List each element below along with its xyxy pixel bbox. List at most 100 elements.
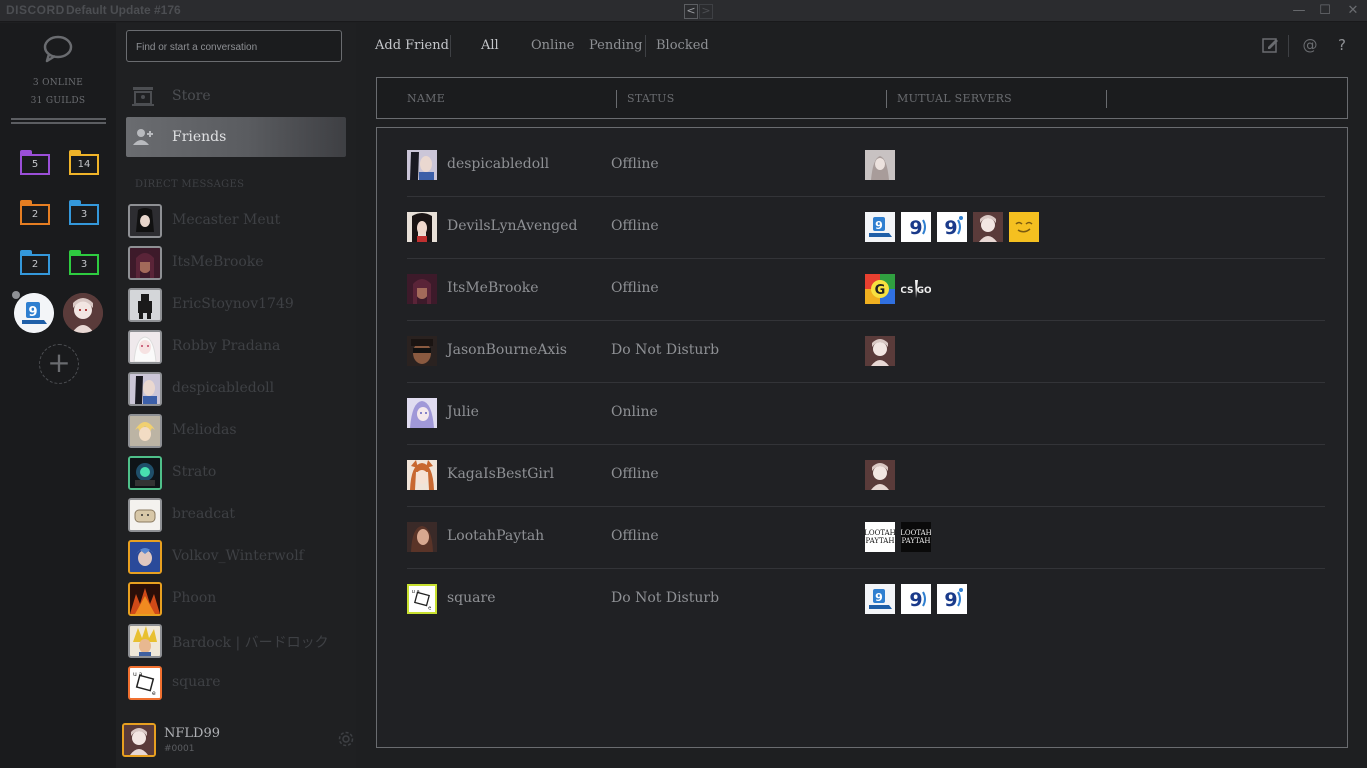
new-group-dm-icon[interactable] [1261, 36, 1279, 54]
svg-text:9: 9 [909, 589, 922, 611]
dm-name: despicabledoll [172, 380, 275, 396]
mutual-server-icon[interactable] [973, 212, 1003, 242]
column-mutual-servers[interactable]: MUTUAL SERVERS [897, 92, 1012, 105]
friend-row[interactable]: despicabledoll Offline [407, 135, 1325, 197]
mutual-server-icon[interactable] [865, 150, 895, 180]
svg-text:9: 9 [875, 591, 883, 604]
friend-row[interactable]: DevilsLynAvenged Offline 9 9 9 [407, 197, 1325, 259]
mutual-server-icon[interactable]: G [865, 274, 895, 304]
window-title: Default Update #176 [66, 3, 181, 17]
avatar [128, 204, 162, 238]
dm-item[interactable]: Robby Pradana [128, 328, 348, 366]
avatar: u a e [128, 666, 162, 700]
avatar [128, 330, 162, 364]
mutual-server-icon[interactable]: 9 [901, 212, 931, 242]
tab-blocked[interactable]: Blocked [656, 38, 709, 53]
maximize-button[interactable]: ☐ [1315, 2, 1335, 20]
svg-text:e: e [428, 605, 431, 611]
mutual-server-icon[interactable] [1009, 212, 1039, 242]
settings-gear-icon[interactable] [337, 730, 355, 748]
column-name[interactable]: NAME [407, 92, 445, 105]
dm-item[interactable]: Meliodas [128, 412, 348, 450]
dm-name: Volkov_Winterwolf [172, 548, 304, 564]
mutual-server-icon[interactable] [865, 336, 895, 366]
friend-row[interactable]: LootahPaytah Offline LOOTAH PAYTAH LOOTAH… [407, 507, 1325, 569]
dm-item[interactable]: u a e square [128, 664, 348, 702]
forward-button[interactable]: > [699, 4, 713, 19]
add-friend-button[interactable]: Add Friend [375, 38, 449, 53]
mutual-server-icon[interactable]: 9 [901, 584, 931, 614]
dm-name: Mecaster Meut [172, 212, 281, 228]
friends-nav-item[interactable]: Friends [126, 117, 346, 157]
search-input[interactable]: Find or start a conversation [126, 30, 342, 62]
column-divider [1106, 90, 1107, 108]
svg-text:9: 9 [944, 589, 957, 611]
guild-icon[interactable] [63, 293, 103, 333]
friends-icon [133, 129, 153, 145]
dm-item[interactable]: EricStoynov1749 [128, 286, 348, 324]
tab-pending[interactable]: Pending [589, 38, 642, 53]
dm-name: breadcat [172, 506, 236, 522]
column-divider [886, 90, 887, 108]
dm-item[interactable]: ItsMeBrooke [128, 244, 348, 282]
dm-item[interactable]: Mecaster Meut [128, 202, 348, 240]
mutual-server-icon[interactable]: 9 [937, 212, 967, 242]
divider [1288, 35, 1289, 57]
svg-text:G: G [875, 283, 886, 298]
guild-folder[interactable]: 2 [20, 250, 50, 275]
friend-name: KagaIsBestGirl [447, 466, 555, 482]
friend-avatar [407, 522, 437, 552]
dm-item[interactable]: Strato [128, 454, 348, 492]
guild-folder[interactable]: 14 [69, 150, 99, 175]
store-nav-item[interactable]: Store [126, 76, 346, 116]
tab-online[interactable]: Online [531, 38, 574, 53]
friend-avatar [407, 274, 437, 304]
dm-sidebar: Find or start a conversation Store Frien… [116, 23, 356, 768]
guild-folder[interactable]: 2 [20, 200, 50, 225]
dm-item[interactable]: Bardock | バードロック [128, 622, 348, 660]
svg-text:9: 9 [28, 305, 37, 320]
dm-item[interactable]: breadcat [128, 496, 348, 534]
friend-row[interactable]: ItsMeBrooke Offline G CS GO [407, 259, 1325, 321]
mutual-server-icon[interactable]: CS GO [901, 274, 931, 304]
minimize-button[interactable]: — [1289, 2, 1309, 20]
guild-icon[interactable]: 9 [14, 293, 54, 333]
svg-text:PAYTAH: PAYTAH [902, 537, 931, 545]
mentions-icon[interactable]: @ [1301, 36, 1319, 54]
mutual-server-icon[interactable]: LOOTAH PAYTAH [901, 522, 931, 552]
dm-item[interactable]: despicabledoll [128, 370, 348, 408]
mutual-server-icon[interactable]: LOOTAH PAYTAH [865, 522, 895, 552]
mutual-server-icon[interactable]: 9 [865, 584, 895, 614]
user-avatar[interactable] [122, 723, 156, 757]
friend-row[interactable]: KagaIsBestGirl Offline [407, 445, 1325, 507]
friends-main: Add Friend All Online Pending Blocked @ … [356, 23, 1367, 768]
unread-indicator [12, 291, 20, 299]
mutual-server-icon[interactable]: 9 [865, 212, 895, 242]
help-icon[interactable]: ? [1333, 36, 1351, 54]
mutual-server-icon[interactable] [865, 460, 895, 490]
friend-row[interactable]: JasonBourneAxis Do Not Disturb [407, 321, 1325, 383]
guild-folder[interactable]: 5 [20, 150, 50, 175]
friend-name: LootahPaytah [447, 528, 545, 544]
friend-avatar [407, 398, 437, 428]
dm-item[interactable]: Phoon [128, 580, 348, 618]
friend-name: ItsMeBrooke [447, 280, 539, 296]
svg-text:PAYTAH: PAYTAH [866, 537, 895, 545]
friend-row[interactable]: u a e square Do Not Disturb 9 9 9 [407, 569, 1325, 631]
dm-name: Robby Pradana [172, 338, 281, 354]
back-button[interactable]: < [684, 4, 698, 19]
dm-item[interactable]: Volkov_Winterwolf [128, 538, 348, 576]
dm-name: Phoon [172, 590, 217, 606]
guild-folder[interactable]: 3 [69, 250, 99, 275]
add-guild-button[interactable]: + [39, 344, 79, 384]
chat-bubble-icon[interactable] [42, 35, 74, 63]
tab-all[interactable]: All [481, 38, 499, 53]
guild-logo-icon: 9 [14, 293, 54, 333]
mutual-server-icon[interactable]: 9 [937, 584, 967, 614]
guild-folder[interactable]: 3 [69, 200, 99, 225]
close-button[interactable]: ✕ [1343, 2, 1363, 20]
guild-count: 31 GUILDS [30, 96, 86, 106]
friend-avatar [407, 336, 437, 366]
friend-row[interactable]: Julie Online [407, 383, 1325, 445]
column-status[interactable]: STATUS [627, 92, 675, 105]
